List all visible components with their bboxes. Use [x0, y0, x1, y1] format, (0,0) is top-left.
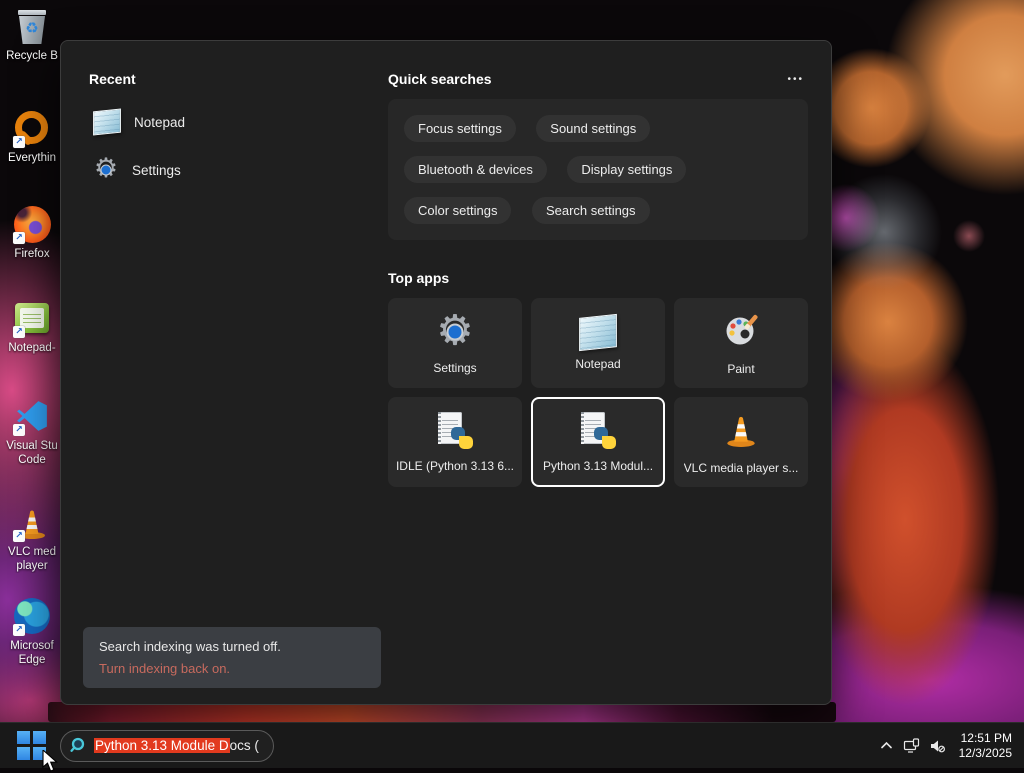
indexing-notice-message: Search indexing was turned off.	[99, 639, 281, 654]
shortcut-arrow-icon	[13, 136, 25, 148]
shortcut-arrow-icon	[13, 424, 25, 436]
volume-muted-icon[interactable]	[929, 738, 946, 754]
icon-label: Microsof	[10, 640, 54, 652]
recent-item-label: Notepad	[134, 114, 186, 130]
top-apps-title: Top apps	[388, 270, 450, 286]
search-input-text: Python 3.13 Module Docs (	[94, 738, 259, 753]
clock-time: 12:51 PM	[960, 730, 1012, 745]
python-doc-icon	[578, 411, 618, 451]
vlc-cone-icon	[12, 502, 52, 542]
tile-label: IDLE (Python 3.13 6...	[395, 459, 515, 473]
quick-search-pill-color-settings[interactable]: Color settings	[404, 197, 512, 224]
quick-search-pill-sound-settings[interactable]: Sound settings	[536, 115, 651, 142]
tile-idle-python[interactable]: IDLE (Python 3.13 6...	[388, 397, 522, 487]
search-unselected-text: ocs (	[229, 738, 259, 753]
display-device-tray-icon[interactable]	[903, 737, 920, 754]
tile-notepad[interactable]: Notepad	[531, 298, 665, 388]
tile-label: Notepad	[575, 356, 621, 371]
recent-item-notepad[interactable]: Notepad	[93, 108, 186, 136]
desktop-icon-edge[interactable]: MicrosofEdge	[0, 596, 64, 667]
clock-date: 12/3/2025	[958, 745, 1012, 760]
quick-searches-box: Focus settings Sound settings Bluetooth …	[388, 99, 808, 240]
tile-label: Paint	[727, 361, 755, 376]
desktop-icon-notepad-plus-plus[interactable]: Notepad-	[0, 298, 64, 355]
recent-item-label: Settings	[132, 162, 181, 178]
notepad-plus-plus-icon	[12, 298, 52, 338]
edge-icon	[12, 596, 52, 636]
shortcut-arrow-icon	[13, 326, 25, 338]
indexing-notice: Search indexing was turned off. Turn ind…	[83, 627, 381, 688]
paint-palette-icon	[722, 311, 760, 354]
tile-label: VLC media player s...	[683, 460, 799, 475]
turn-indexing-on-link[interactable]: Turn indexing back on.	[99, 661, 365, 676]
tile-paint[interactable]: Paint	[674, 298, 808, 388]
quick-searches-title: Quick searches	[388, 71, 492, 87]
desktop-icon-firefox[interactable]: Firefox	[0, 204, 64, 261]
desktop-icon-vscode[interactable]: Visual StuCode	[0, 396, 64, 467]
firefox-icon	[12, 204, 52, 244]
tile-label: Settings	[433, 361, 477, 375]
notepad-icon	[93, 108, 121, 136]
tile-label: Python 3.13 Modul...	[542, 459, 654, 473]
search-icon	[70, 737, 85, 752]
taskbar: Python 3.13 Module Docs ( 12:51 PM 12/3/…	[0, 722, 1024, 768]
desktop-icon-recycle-bin[interactable]: Recycle B	[0, 6, 64, 63]
recent-section: Recent Notepad Settings	[89, 71, 185, 183]
desktop-icon-vlc[interactable]: VLC medplayer	[0, 502, 64, 573]
recycle-bin-icon	[12, 6, 52, 46]
icon-label: Firefox	[14, 248, 50, 260]
search-flyout-panel: Recent Notepad Settings Quick searches •…	[60, 40, 832, 705]
quick-search-pill-display-settings[interactable]: Display settings	[567, 156, 687, 183]
search-results-column: Quick searches ••• Focus settings Sound …	[388, 71, 808, 487]
shortcut-arrow-icon	[13, 530, 25, 542]
desktop-icon-everything[interactable]: Everythin	[0, 108, 64, 165]
wallpaper-streak	[48, 702, 836, 722]
windows-logo-icon	[17, 731, 30, 744]
system-tray: 12:51 PM 12/3/2025	[879, 731, 1024, 761]
icon-label: VLC med	[8, 546, 56, 558]
taskbar-clock[interactable]: 12:51 PM 12/3/2025	[959, 731, 1012, 761]
icon-label: Everythin	[8, 152, 56, 164]
tile-python-module-docs[interactable]: Python 3.13 Modul...	[531, 397, 665, 487]
top-apps-grid: Settings Notepad	[388, 298, 808, 487]
desktop: { "desktop_icons": [ {"id": "recycle-bin…	[0, 0, 1024, 772]
quick-search-pill-focus-settings[interactable]: Focus settings	[404, 115, 516, 142]
recent-item-settings[interactable]: Settings	[93, 157, 185, 183]
icon-label: Visual Stu	[6, 440, 58, 452]
settings-gear-icon	[93, 157, 119, 183]
quick-search-pill-search-settings[interactable]: Search settings	[531, 197, 650, 224]
shortcut-arrow-icon	[13, 624, 25, 636]
quick-search-pill-bluetooth-devices[interactable]: Bluetooth & devices	[404, 156, 547, 183]
shortcut-arrow-icon	[13, 232, 25, 244]
everything-search-icon	[12, 108, 52, 148]
taskbar-search-box[interactable]: Python 3.13 Module Docs (	[60, 729, 274, 762]
more-options-icon[interactable]: •••	[783, 72, 808, 87]
notepad-icon	[579, 313, 617, 351]
search-selected-text: Python 3.13 Module D	[94, 738, 230, 753]
recent-title: Recent	[89, 71, 136, 87]
icon-label: Notepad-	[8, 342, 56, 354]
settings-gear-icon	[434, 311, 476, 353]
tray-chevron-up-icon[interactable]	[879, 738, 894, 753]
tile-settings[interactable]: Settings	[388, 298, 522, 388]
mouse-cursor	[42, 750, 58, 772]
icon-label: Recycle B	[6, 50, 58, 62]
python-doc-icon	[435, 411, 475, 451]
tile-vlc-media-player[interactable]: VLC media player s...	[674, 397, 808, 487]
vscode-icon	[12, 396, 52, 436]
vlc-cone-icon	[722, 410, 760, 453]
